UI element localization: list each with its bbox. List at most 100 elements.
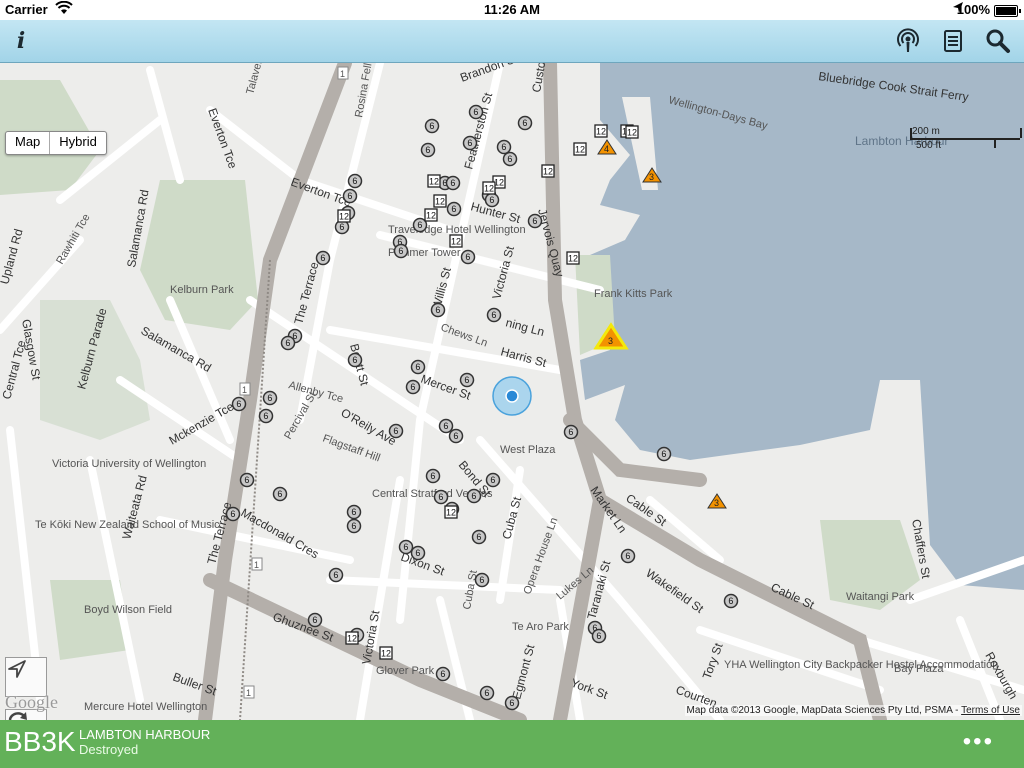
svg-text:6: 6	[352, 355, 357, 365]
podcast-icon[interactable]	[893, 26, 923, 56]
bus-stop-marker[interactable]: 6	[420, 142, 436, 158]
bus-stop-marker[interactable]: 6	[347, 173, 363, 189]
list-icon[interactable]	[938, 26, 968, 56]
bus-stop-marker[interactable]: 6	[430, 302, 446, 318]
svg-text:6: 6	[490, 475, 495, 485]
svg-text:6: 6	[509, 698, 514, 708]
bus-stop-marker[interactable]: 6	[398, 539, 414, 555]
more-options-button[interactable]: •••	[963, 728, 994, 756]
info-icon[interactable]: i	[6, 26, 36, 56]
locate-me-button[interactable]	[5, 657, 47, 697]
bus-stop-marker[interactable]: 6	[342, 188, 358, 204]
bus-stop-marker[interactable]: 6	[471, 529, 487, 545]
bay-plaza-label: Bay Plaza	[894, 663, 944, 675]
svg-text:3: 3	[608, 336, 613, 346]
bus-stop-marker[interactable]: 6	[410, 545, 426, 561]
svg-text:6: 6	[440, 669, 445, 679]
bus-stop-marker[interactable]: 6	[388, 423, 404, 439]
number-marker[interactable]: 12	[449, 234, 463, 248]
bus-stop-marker[interactable]: 6	[239, 472, 255, 488]
bus-stop-marker[interactable]: 6	[504, 695, 520, 711]
bus-stop-marker[interactable]: 6	[258, 408, 274, 424]
svg-text:12: 12	[446, 508, 456, 518]
bus-stop-marker[interactable]: 6	[231, 396, 247, 412]
bus-stop-marker[interactable]: 6	[315, 250, 331, 266]
bus-stop-marker[interactable]: 6	[527, 213, 543, 229]
bus-stop-marker[interactable]: 6	[484, 192, 500, 208]
map-canvas[interactable]: Lambton Harbour Bluebridge Cook Strait F…	[0, 63, 1024, 720]
svg-text:6: 6	[351, 521, 356, 531]
bus-stop-marker[interactable]: 6	[435, 666, 451, 682]
terms-of-use-link[interactable]: Terms of Use	[961, 705, 1020, 716]
bus-stop-marker[interactable]: 6	[656, 446, 672, 462]
bus-stop-marker[interactable]: 6	[347, 352, 363, 368]
bus-stop-marker[interactable]: 6	[486, 307, 502, 323]
bus-stop-marker[interactable]: 6	[479, 685, 495, 701]
bus-stop-marker[interactable]: 6	[485, 472, 501, 488]
number-marker[interactable]: 12	[433, 194, 447, 208]
bus-stop-marker[interactable]: 6	[425, 468, 441, 484]
bus-stop-marker[interactable]: 6	[462, 135, 478, 151]
bus-stop-marker[interactable]: 6	[225, 506, 241, 522]
svg-text:6: 6	[661, 449, 666, 459]
number-marker[interactable]: 12	[379, 646, 393, 660]
number-marker[interactable]: 12	[337, 209, 351, 223]
bus-stop-marker[interactable]: 6	[620, 548, 636, 564]
bus-stop-marker[interactable]: 6	[723, 593, 739, 609]
bus-stop-marker[interactable]: 6	[262, 390, 278, 406]
hazard-marker-4[interactable]: 4	[597, 139, 617, 155]
search-icon[interactable]	[983, 26, 1013, 56]
hazard-marker-3b[interactable]: 3	[707, 493, 727, 509]
bus-stop-marker[interactable]: 6	[460, 249, 476, 265]
map-type-map-button[interactable]: Map	[6, 132, 49, 154]
bus-stop-marker[interactable]: 6	[438, 418, 454, 434]
bus-stop-marker[interactable]: 6	[496, 139, 512, 155]
number-marker[interactable]: 12	[573, 142, 587, 156]
bus-stop-marker[interactable]: 6	[468, 104, 484, 120]
bus-stop-marker[interactable]: 6	[405, 379, 421, 395]
bus-stop-marker[interactable]: 6	[307, 612, 323, 628]
number-marker[interactable]: 12	[444, 505, 458, 519]
bus-stop-marker[interactable]: 6	[328, 567, 344, 583]
bus-stop-marker[interactable]: 6	[445, 175, 461, 191]
number-marker[interactable]: 12	[625, 125, 639, 139]
flagstaff-hill-label: Flagstaff Hill	[321, 433, 382, 465]
bus-stop-marker[interactable]: 6	[474, 572, 490, 588]
map-view[interactable]: Lambton Harbour Bluebridge Cook Strait F…	[0, 63, 1024, 720]
bus-stop-marker[interactable]: 6	[448, 428, 464, 444]
number-marker[interactable]: 12	[482, 181, 496, 195]
number-marker[interactable]: 12	[424, 208, 438, 222]
bus-stop-marker[interactable]: 6	[459, 372, 475, 388]
number-marker[interactable]: 12	[427, 174, 441, 188]
bus-stop-marker[interactable]: 6	[563, 424, 579, 440]
glover-park-label: Glover Park	[376, 665, 435, 677]
bus-stop-marker[interactable]: 6	[280, 335, 296, 351]
bus-stop-marker[interactable]: 6	[393, 243, 409, 259]
station-code: BB3K	[4, 726, 76, 757]
bus-stop-marker[interactable]: 6	[433, 489, 449, 505]
bottom-info-bar[interactable]: BB3K LAMBTON HARBOUR Destroyed •••	[0, 720, 1024, 768]
number-marker[interactable]: 12	[566, 251, 580, 265]
bus-stop-marker[interactable]: 6	[466, 488, 482, 504]
brandon-st-label: Brandon St	[458, 63, 520, 85]
svg-text:12: 12	[381, 649, 391, 659]
bus-stop-marker[interactable]: 6	[591, 628, 607, 644]
svg-text:6: 6	[267, 393, 272, 403]
bus-stop-marker[interactable]: 6	[424, 118, 440, 134]
bus-stop-marker[interactable]: 6	[446, 201, 462, 217]
number-marker[interactable]: 12	[594, 124, 608, 138]
scale-imperial-label: 500 ft	[916, 140, 942, 151]
svg-text:6: 6	[320, 253, 325, 263]
bus-stop-marker[interactable]: 6	[517, 115, 533, 131]
bus-stop-marker[interactable]: 6	[410, 359, 426, 375]
bus-stop-marker[interactable]: 6	[346, 504, 362, 520]
svg-text:6: 6	[479, 575, 484, 585]
bus-stop-marker[interactable]: 6	[272, 486, 288, 502]
bus-stop-marker[interactable]: 6	[346, 518, 362, 534]
bus-stop-marker[interactable]: 6	[502, 151, 518, 167]
map-type-hybrid-button[interactable]: Hybrid	[49, 132, 106, 154]
svg-text:1: 1	[340, 69, 345, 79]
number-marker[interactable]: 12	[541, 164, 555, 178]
number-marker[interactable]: 12	[345, 631, 359, 645]
svg-text:6: 6	[429, 121, 434, 131]
